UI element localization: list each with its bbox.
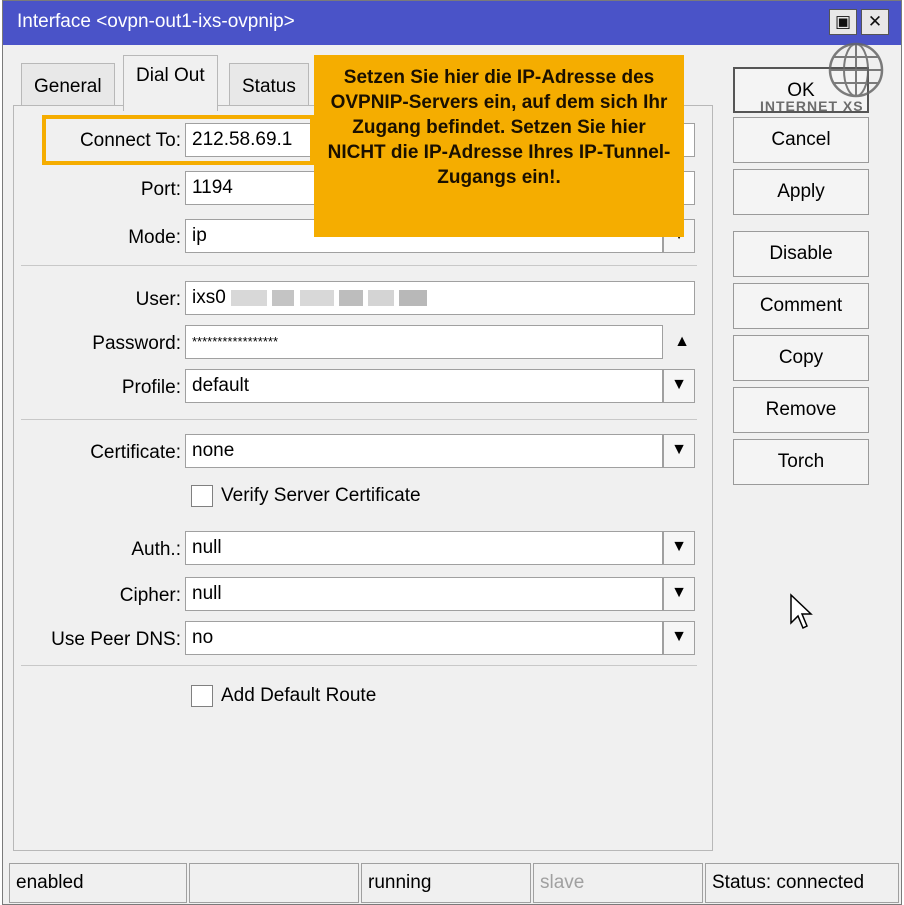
- password-input[interactable]: *****************: [185, 325, 663, 359]
- status-running: running: [361, 863, 531, 903]
- disable-button-label: Disable: [769, 243, 833, 264]
- blurred-text: [272, 289, 295, 306]
- cancel-button-label: Cancel: [771, 129, 831, 150]
- comment-button[interactable]: Comment: [733, 283, 869, 329]
- auth-value: null: [192, 537, 222, 558]
- verify-server-certificate-checkbox[interactable]: [191, 485, 213, 507]
- globe-icon: [828, 42, 884, 98]
- verify-server-certificate-label: Verify Server Certificate: [221, 485, 421, 506]
- auth-select[interactable]: null: [185, 531, 663, 565]
- blurred-text: [231, 289, 268, 306]
- window-title: Interface <ovpn-out1-ixs-ovpnip>: [17, 11, 295, 32]
- user-input[interactable]: ixs0: [185, 281, 695, 315]
- remove-button[interactable]: Remove: [733, 387, 869, 433]
- connect-to-highlight: [42, 115, 314, 165]
- blurred-text: [299, 289, 334, 306]
- apply-button[interactable]: Apply: [733, 169, 869, 215]
- mode-value: ip: [192, 225, 207, 246]
- separator: [21, 419, 697, 420]
- mode-label: Mode:: [128, 227, 181, 248]
- cipher-value: null: [192, 583, 222, 604]
- certificate-value: none: [192, 440, 235, 461]
- dropdown-arrow-icon[interactable]: ▼: [663, 577, 695, 611]
- dropdown-arrow-icon[interactable]: ▼: [663, 434, 695, 468]
- dropdown-arrow-icon[interactable]: ▼: [663, 369, 695, 403]
- profile-label: Profile:: [121, 377, 181, 398]
- tab-general-label: General: [34, 76, 102, 97]
- cipher-label: Cipher:: [119, 585, 181, 606]
- status-connected-text: Status: connected: [712, 872, 865, 893]
- maximize-icon[interactable]: ▣: [829, 9, 857, 35]
- apply-button-label: Apply: [777, 181, 825, 202]
- torch-button-label: Torch: [777, 451, 825, 472]
- password-label: Password:: [92, 333, 181, 354]
- user-value: ixs0: [192, 287, 226, 308]
- add-default-route-label: Add Default Route: [221, 685, 377, 706]
- status-running-text: running: [368, 872, 432, 893]
- status-slave: slave: [533, 863, 703, 903]
- use-peer-dns-value: no: [192, 627, 214, 648]
- instruction-callout: Setzen Sie hier die IP-Adresse des OVPNI…: [314, 55, 684, 237]
- status-empty: [189, 863, 359, 903]
- auth-label: Auth.:: [131, 539, 181, 560]
- tab-general[interactable]: General: [21, 63, 115, 109]
- status-bar: enabled running slave Status: connected: [3, 859, 901, 905]
- copy-button[interactable]: Copy: [733, 335, 869, 381]
- blurred-text: [368, 289, 395, 306]
- port-label: Port:: [140, 179, 181, 200]
- tab-status[interactable]: Status: [229, 63, 309, 109]
- status-slave-text: slave: [540, 872, 585, 893]
- comment-button-label: Comment: [759, 295, 843, 316]
- copy-button-label: Copy: [778, 347, 824, 368]
- tab-dial-out-label: Dial Out: [136, 65, 205, 86]
- triangle-up-icon[interactable]: ▲: [667, 327, 697, 357]
- profile-value: default: [192, 375, 250, 396]
- tab-status-label: Status: [242, 76, 296, 97]
- status-connected: Status: connected: [705, 863, 899, 903]
- status-enabled-text: enabled: [16, 872, 84, 893]
- password-value: *****************: [192, 334, 279, 349]
- mouse-cursor-icon: [790, 593, 813, 630]
- title-bar: Interface <ovpn-out1-ixs-ovpnip> ▣ ✕: [3, 1, 901, 45]
- user-label: User:: [135, 289, 181, 310]
- port-value: 1194: [192, 177, 233, 198]
- use-peer-dns-label: Use Peer DNS:: [51, 629, 181, 650]
- logo-text: INTERNET XS: [760, 98, 864, 114]
- blurred-text: [338, 289, 363, 306]
- separator: [21, 265, 697, 266]
- add-default-route-checkbox[interactable]: [191, 685, 213, 707]
- profile-select[interactable]: default: [185, 369, 663, 403]
- certificate-select[interactable]: none: [185, 434, 663, 468]
- separator: [21, 665, 697, 666]
- remove-button-label: Remove: [765, 399, 837, 420]
- disable-button[interactable]: Disable: [733, 231, 869, 277]
- close-icon[interactable]: ✕: [861, 9, 889, 35]
- tab-dial-out[interactable]: Dial Out: [123, 55, 218, 111]
- internetxs-logo: INTERNET XS: [756, 40, 896, 120]
- status-enabled: enabled: [9, 863, 187, 903]
- cipher-select[interactable]: null: [185, 577, 663, 611]
- dropdown-arrow-icon[interactable]: ▼: [663, 531, 695, 565]
- certificate-label: Certificate:: [90, 442, 181, 463]
- dropdown-arrow-icon[interactable]: ▼: [663, 621, 695, 655]
- blurred-text: [399, 289, 428, 306]
- torch-button[interactable]: Torch: [733, 439, 869, 485]
- cancel-button[interactable]: Cancel: [733, 117, 869, 163]
- instruction-callout-text: Setzen Sie hier die IP-Adresse des OVPNI…: [327, 67, 671, 188]
- use-peer-dns-select[interactable]: no: [185, 621, 663, 655]
